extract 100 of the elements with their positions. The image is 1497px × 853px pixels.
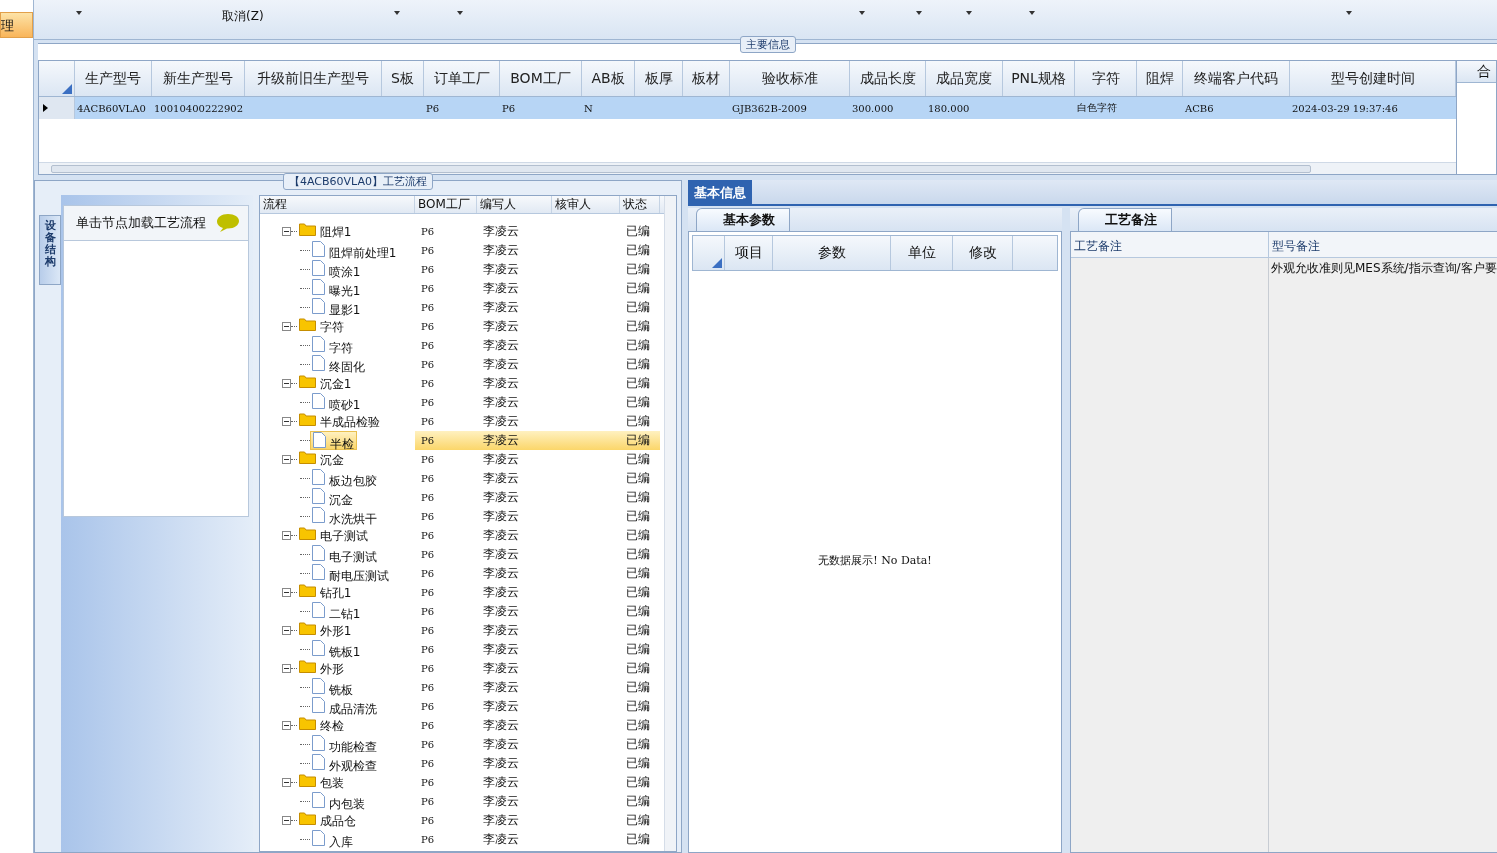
table-cell-text: 已编 xyxy=(625,508,651,525)
column-header[interactable]: AB板 xyxy=(582,61,635,96)
caret-icon[interactable] xyxy=(1028,11,1035,15)
column-header[interactable]: 合 xyxy=(1457,61,1496,83)
tree-node[interactable]: 电子测试 xyxy=(297,526,370,545)
collapse-icon[interactable] xyxy=(282,664,291,673)
collapse-icon[interactable] xyxy=(282,778,291,787)
tree-node[interactable]: 曝光1 xyxy=(310,279,363,298)
caret-icon[interactable] xyxy=(393,11,400,15)
column-header[interactable]: 单位 xyxy=(891,236,953,270)
column-header[interactable]: 阻焊 xyxy=(1137,61,1183,96)
column-header[interactable]: 型号创建时间 xyxy=(1290,61,1456,96)
tree-node[interactable]: 入库 xyxy=(310,830,355,849)
tree-node[interactable]: 功能检查 xyxy=(310,735,379,754)
table-cell-text: P6 xyxy=(420,415,436,429)
caret-icon[interactable] xyxy=(76,11,82,15)
table-cell-text: 已编 xyxy=(625,793,651,810)
caret-icon[interactable] xyxy=(456,11,463,15)
vertical-scrollbar[interactable] xyxy=(664,196,676,851)
tree-node[interactable]: 喷涂1 xyxy=(310,260,363,279)
table-cell-text: P6 xyxy=(420,662,436,676)
tree-node[interactable]: 内包装 xyxy=(310,792,367,811)
collapse-icon[interactable] xyxy=(282,626,291,635)
tree-node[interactable]: 包装 xyxy=(297,773,346,792)
tree-node[interactable]: 外形1 xyxy=(297,621,354,640)
tree-node[interactable]: 电子测试 xyxy=(310,545,379,564)
tree-node[interactable]: 成品仓 xyxy=(297,811,358,830)
tree-node[interactable]: 阻焊前处理1 xyxy=(310,241,399,260)
collapse-icon[interactable] xyxy=(282,816,291,825)
tree-node[interactable]: 外形 xyxy=(297,659,346,678)
collapse-icon[interactable] xyxy=(282,417,291,426)
tree-node[interactable]: 终检 xyxy=(297,716,346,735)
table-row[interactable]: 4ACB60VLA0 10010400222902 P6 P6 N GJB362B-2009 300.000 180.000 白色字符 ACB6 2024-03-29 19:37:46 xyxy=(39,97,1456,119)
tree-node[interactable]: 沉金 xyxy=(310,488,355,507)
table-cell-text: 已编 xyxy=(625,641,651,658)
column-header[interactable]: 成品宽度 xyxy=(926,61,1003,96)
column-header[interactable]: 订单工厂 xyxy=(424,61,500,96)
tree-node[interactable]: 阻焊1 xyxy=(297,222,354,241)
tree-node[interactable]: 成品清洗 xyxy=(310,697,379,716)
vertical-tab[interactable]: 设备结构 xyxy=(39,215,61,285)
collapse-icon[interactable] xyxy=(282,721,291,730)
column-header[interactable]: 项目 xyxy=(725,236,773,270)
collapse-icon[interactable] xyxy=(282,531,291,540)
column-header[interactable]: 状态 xyxy=(620,196,660,213)
column-header[interactable]: 编写人 xyxy=(477,196,552,213)
column-header[interactable]: PNL规格 xyxy=(1003,61,1075,96)
tree-node[interactable]: 铣板1 xyxy=(310,640,363,659)
caret-icon[interactable] xyxy=(915,11,922,15)
caret-icon[interactable] xyxy=(965,11,972,15)
tree-node[interactable]: 字符 xyxy=(310,336,355,355)
tree-node[interactable]: 半成品检验 xyxy=(297,412,382,431)
tree-node[interactable]: 显影1 xyxy=(310,298,363,317)
tree-node[interactable]: 半检 xyxy=(310,431,357,450)
cancel-menu-item[interactable]: 取消(Z) xyxy=(222,8,264,25)
tree-node[interactable]: 水洗烘干 xyxy=(310,507,379,526)
column-header[interactable]: S板 xyxy=(382,61,424,96)
collapse-icon[interactable] xyxy=(282,588,291,597)
table-cell-text: P6 xyxy=(420,833,436,847)
column-header[interactable]: 终端客户代码 xyxy=(1183,61,1290,96)
caret-icon[interactable] xyxy=(858,11,865,15)
collapse-icon[interactable] xyxy=(282,227,291,236)
tree-node[interactable]: 字符 xyxy=(297,317,346,336)
column-header[interactable]: 生产型号 xyxy=(75,61,152,96)
collapse-icon[interactable] xyxy=(282,322,291,331)
table-cell-text: P6 xyxy=(420,700,436,714)
tree-node[interactable]: 终固化 xyxy=(310,355,367,374)
table-cell-text: 李凌云 xyxy=(482,546,520,563)
horizontal-scrollbar[interactable] xyxy=(39,162,1456,174)
collapse-icon[interactable] xyxy=(282,455,291,464)
tree-node[interactable]: 喷砂1 xyxy=(310,393,363,412)
table-cell-text: ACB6 xyxy=(1184,101,1215,116)
column-header[interactable]: 字符 xyxy=(1075,61,1137,96)
tree-node[interactable]: 板边包胶 xyxy=(310,469,379,488)
tree-node[interactable]: 铣板 xyxy=(310,678,355,697)
column-header[interactable]: 修改 xyxy=(953,236,1013,270)
column-header[interactable]: 工艺备注 xyxy=(1071,232,1269,257)
column-header[interactable]: BOM工厂 xyxy=(415,196,477,213)
caret-icon[interactable] xyxy=(1345,11,1352,15)
column-header[interactable]: 板厚 xyxy=(635,61,683,96)
column-header[interactable]: 核审人 xyxy=(552,196,620,213)
column-header[interactable]: 成品长度 xyxy=(850,61,926,96)
column-header[interactable]: 升级前旧生产型号 xyxy=(245,61,382,96)
tree-node[interactable]: 外观检查 xyxy=(310,754,379,773)
tree-node[interactable]: 二钻1 xyxy=(310,602,363,621)
collapse-icon[interactable] xyxy=(282,379,291,388)
column-header[interactable]: 型号备注 xyxy=(1269,232,1497,257)
column-header[interactable]: 流程 xyxy=(260,196,415,213)
column-header[interactable]: 参数 xyxy=(773,236,891,270)
column-header[interactable]: BOM工厂 xyxy=(500,61,582,96)
tree-node[interactable]: 沉金 xyxy=(297,450,346,469)
tab[interactable]: 工艺备注 xyxy=(1078,208,1172,231)
column-header[interactable]: 新生产型号 xyxy=(152,61,245,96)
tab[interactable]: 基本信息 xyxy=(688,180,752,204)
tree-node[interactable]: 沉金1 xyxy=(297,374,354,393)
tab[interactable]: 基本参数 xyxy=(696,208,790,231)
tree-node[interactable]: 钻孔1 xyxy=(297,583,354,602)
tree-node[interactable]: 耐电压测试 xyxy=(310,564,391,583)
column-header[interactable]: 验收标准 xyxy=(730,61,850,96)
column-header[interactable]: 板材 xyxy=(683,61,730,96)
sidebar-item[interactable]: 理 xyxy=(0,12,33,38)
